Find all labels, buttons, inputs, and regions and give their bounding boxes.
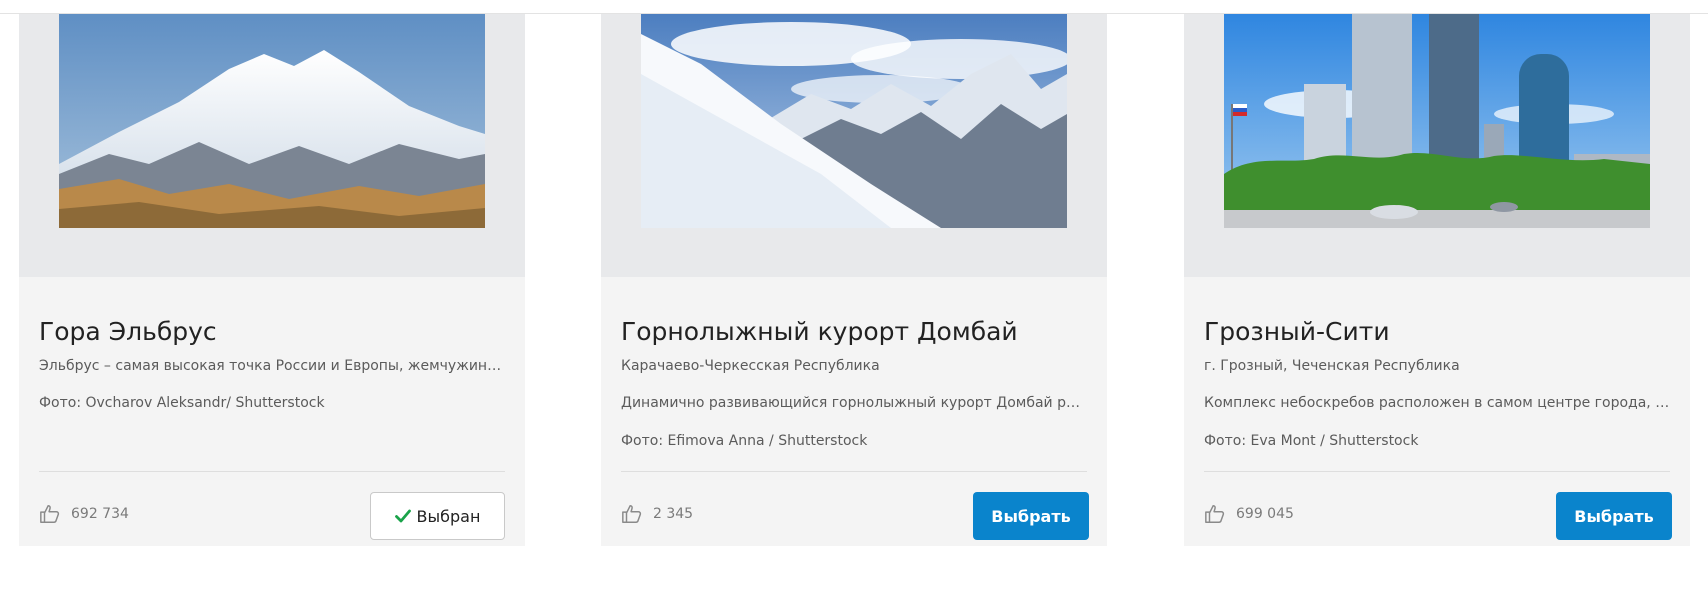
thumbs-up-icon[interactable] xyxy=(621,503,643,525)
photo-elbrus xyxy=(59,14,485,228)
card-body: Гора Эльбрус Эльбрус – самая высокая точ… xyxy=(19,277,525,546)
check-icon xyxy=(394,509,411,523)
card-dombay: Горнолыжный курорт Домбай Карачаево-Черк… xyxy=(601,14,1107,546)
card-divider xyxy=(1204,471,1670,472)
likes-count: 2 345 xyxy=(653,506,694,522)
photo-credit: Фото: Efimova Anna / Shutterstock xyxy=(621,433,868,449)
select-button[interactable]: Выбрать xyxy=(1556,492,1672,540)
card-title: Горнолыжный курорт Домбай xyxy=(621,317,1018,346)
page: Гора Эльбрус Эльбрус – самая высокая точ… xyxy=(0,0,1708,592)
card-subtitle: Карачаево-Черкесская Республика xyxy=(621,358,880,374)
select-button[interactable]: Выбрать xyxy=(973,492,1089,540)
likes-count: 699 045 xyxy=(1236,506,1294,522)
card-subtitle: Эльбрус – самая высокая точка России и Е… xyxy=(39,358,505,374)
photo-credit: Фото: Eva Mont / Shutterstock xyxy=(1204,433,1419,449)
card-title: Грозный-Сити xyxy=(1204,317,1390,346)
card-media xyxy=(601,14,1107,277)
thumbs-up-icon[interactable] xyxy=(1204,503,1226,525)
button-label: Выбран xyxy=(416,506,481,526)
card-media xyxy=(1184,14,1690,277)
likes: 692 734 xyxy=(39,502,129,526)
card-elbrus: Гора Эльбрус Эльбрус – самая высокая точ… xyxy=(19,14,525,546)
card-title: Гора Эльбрус xyxy=(39,317,217,346)
photo-grozny-city xyxy=(1224,14,1650,228)
photo-dombay xyxy=(641,14,1067,228)
likes: 2 345 xyxy=(621,502,693,526)
card-divider xyxy=(39,471,505,472)
card-body: Горнолыжный курорт Домбай Карачаево-Черк… xyxy=(601,277,1107,546)
card-description: Динамично развивающийся горнолыжный куро… xyxy=(621,395,1087,411)
card-description: Комплекс небоскребов расположен в самом … xyxy=(1204,395,1670,411)
selected-button[interactable]: Выбран xyxy=(370,492,505,540)
card-divider xyxy=(621,471,1087,472)
likes: 699 045 xyxy=(1204,502,1294,526)
card-body: Грозный-Сити г. Грозный, Чеченская Респу… xyxy=(1184,277,1690,546)
photo-credit: Фото: Ovcharov Aleksandr/ Shutterstock xyxy=(39,395,325,411)
card-grozny-city: Грозный-Сити г. Грозный, Чеченская Респу… xyxy=(1184,14,1690,546)
card-subtitle: г. Грозный, Чеченская Республика xyxy=(1204,358,1460,374)
likes-count: 692 734 xyxy=(71,506,129,522)
card-media xyxy=(19,14,525,277)
thumbs-up-icon[interactable] xyxy=(39,503,61,525)
